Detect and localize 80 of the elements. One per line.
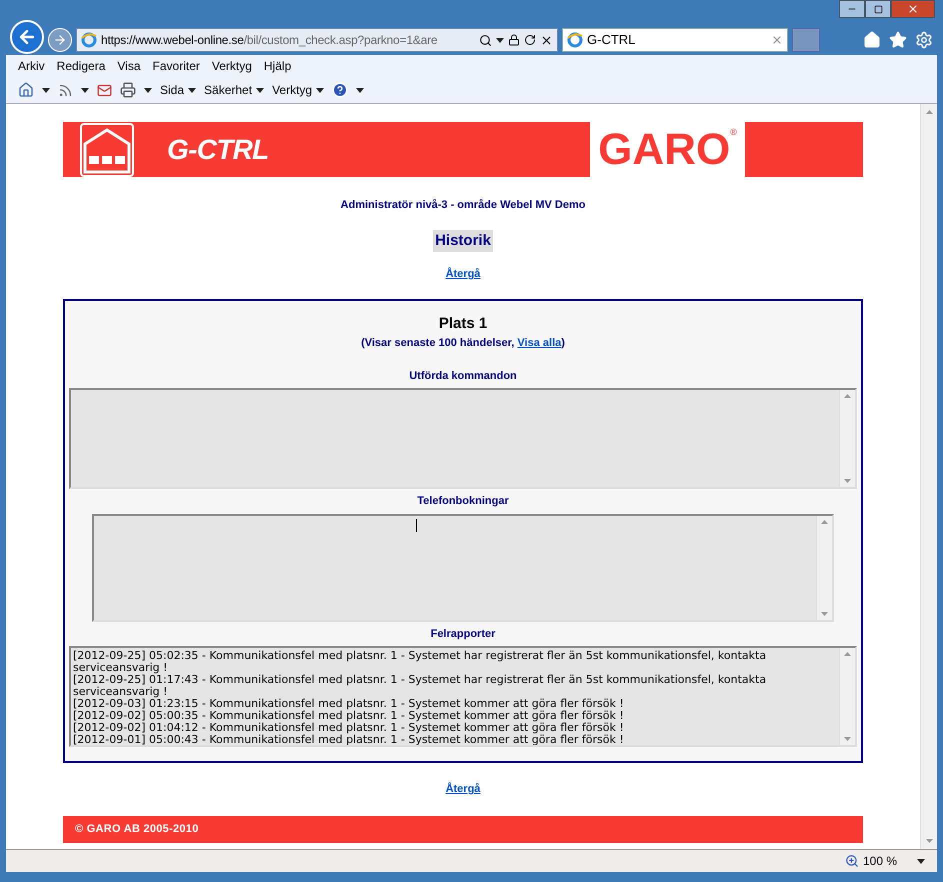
scroll-down-icon	[844, 479, 851, 483]
bookings-text-area[interactable]	[92, 514, 834, 622]
scrollbar[interactable]	[816, 516, 832, 620]
address-bar[interactable]: https://www.webel-online.se/bil/custom_check.asp?parkno=1&are	[76, 28, 558, 52]
command-menu[interactable]: Verktyg	[272, 81, 324, 99]
favorites-icon[interactable]	[889, 31, 907, 49]
caret-icon	[144, 88, 152, 92]
scroll-down-icon	[926, 839, 932, 843]
minimize-button[interactable]	[839, 0, 865, 18]
text-cursor	[416, 518, 417, 532]
maximize-button[interactable]	[865, 0, 891, 18]
search-icon	[479, 34, 492, 46]
section-label: Utförda kommandon	[409, 368, 517, 384]
command-menu[interactable]: Sida	[160, 81, 196, 99]
brand-logo: GARO®	[590, 122, 745, 177]
scroll-up-icon	[844, 394, 851, 398]
maximize-icon	[874, 4, 882, 14]
scrollbar[interactable]	[839, 648, 855, 745]
show-all-link[interactable]: Visa alla	[517, 337, 562, 349]
caret-icon	[316, 88, 324, 92]
scroll-up-icon	[821, 520, 828, 524]
back-button[interactable]	[10, 20, 44, 54]
error-report-line: [2012-09-03] 01:23:15 - Kommunikationsfel med platsnr. 1 - Systemet kommer att göra fler försök !	[73, 698, 625, 710]
user-info: Administratör nivå-3 - område Webel MV Demo	[340, 198, 586, 213]
error-report-line: [2012-09-25] 05:02:35 - Kommunikationsfel med platsnr. 1 - Systemet har registrerat fler än 5st kommunikationsfel, kontakta serviceansvarig !	[73, 650, 768, 674]
menu-item[interactable]: Arkiv	[18, 57, 45, 75]
url-text: https://www.webel-online.se/bil/custom_check.asp?parkno=1&are	[101, 32, 438, 49]
lock-icon	[508, 34, 520, 46]
forward-button[interactable]	[48, 28, 72, 52]
error-report-line: [2012-09-02] 01:04:12 - Kommunikationsfel med platsnr. 1 - Systemet kommer att göra fler försök !	[73, 722, 625, 734]
help-icon[interactable]	[332, 82, 348, 98]
close-window-button[interactable]	[891, 0, 935, 18]
stop-icon[interactable]	[540, 34, 553, 46]
section-label: Telefonbokningar	[417, 494, 509, 509]
back-link[interactable]: Återgå	[446, 781, 480, 798]
caret-icon	[188, 88, 196, 92]
close-icon	[907, 3, 919, 15]
close-tab-icon[interactable]	[771, 34, 783, 46]
zoom-level[interactable]: 100 %	[862, 852, 897, 870]
place-title: Plats 1	[438, 314, 488, 334]
scrollbar[interactable]	[839, 390, 855, 487]
menu-item[interactable]: Verktyg	[212, 57, 252, 75]
menu-item[interactable]: Redigera	[56, 57, 106, 75]
error-reports-text-area[interactable]	[69, 646, 857, 747]
page-heading: Historik	[433, 230, 493, 252]
command-menu[interactable]: Säkerhet	[204, 81, 264, 99]
refresh-icon[interactable]	[524, 34, 536, 46]
browser-logo-icon	[567, 32, 583, 48]
page-scrollbar[interactable]	[920, 104, 937, 849]
commands-text-area[interactable]	[69, 388, 857, 489]
scroll-down-icon	[844, 737, 851, 741]
scroll-up-icon	[926, 110, 932, 114]
scroll-down-icon	[821, 612, 828, 616]
error-report-line: [2012-09-02] 05:00:35 - Kommunikationsfel med platsnr. 1 - Systemet kommer att göra fler försök !	[73, 710, 625, 722]
mail-icon[interactable]	[97, 82, 112, 98]
zoom-icon	[844, 854, 859, 868]
caret-icon	[356, 88, 364, 92]
section-label: Felrapporter	[430, 626, 496, 642]
events-note: (Visar senaste 100 händelser, Visa alla)	[361, 336, 565, 351]
caret-icon	[917, 858, 925, 864]
back-link[interactable]: Återgå	[446, 266, 480, 282]
browser-tab[interactable]: G-CTRL	[562, 28, 788, 52]
menu-item[interactable]: Favoriter	[152, 57, 200, 75]
menu-item[interactable]: Hjälp	[264, 57, 292, 75]
caret-icon	[496, 38, 504, 42]
feed-icon[interactable]	[58, 82, 73, 98]
product-logo: G-CTRL	[167, 132, 269, 166]
error-report-line: [2012-09-25] 01:17:43 - Kommunikationsfel med platsnr. 1 - Systemet har registrerat fler än 5st kommunikationsfel, kontakta serviceansvarig !	[73, 674, 768, 698]
copyright-text: © GARO AB 2005-2010	[75, 822, 199, 837]
home-icon[interactable]	[18, 82, 34, 98]
caret-icon	[42, 88, 50, 92]
print-icon[interactable]	[120, 82, 136, 98]
browser-logo-icon	[81, 32, 97, 48]
menu-item[interactable]: Visa	[117, 57, 141, 75]
error-report-line: [2012-09-01] 05:00:43 - Kommunikationsfel med platsnr. 1 - Systemet kommer att göra fler försök !	[73, 734, 625, 745]
scroll-up-icon	[844, 652, 851, 656]
tab-title: G-CTRL	[587, 31, 636, 50]
settings-icon[interactable]	[915, 31, 933, 49]
caret-icon	[81, 88, 89, 92]
caret-icon	[256, 88, 264, 92]
